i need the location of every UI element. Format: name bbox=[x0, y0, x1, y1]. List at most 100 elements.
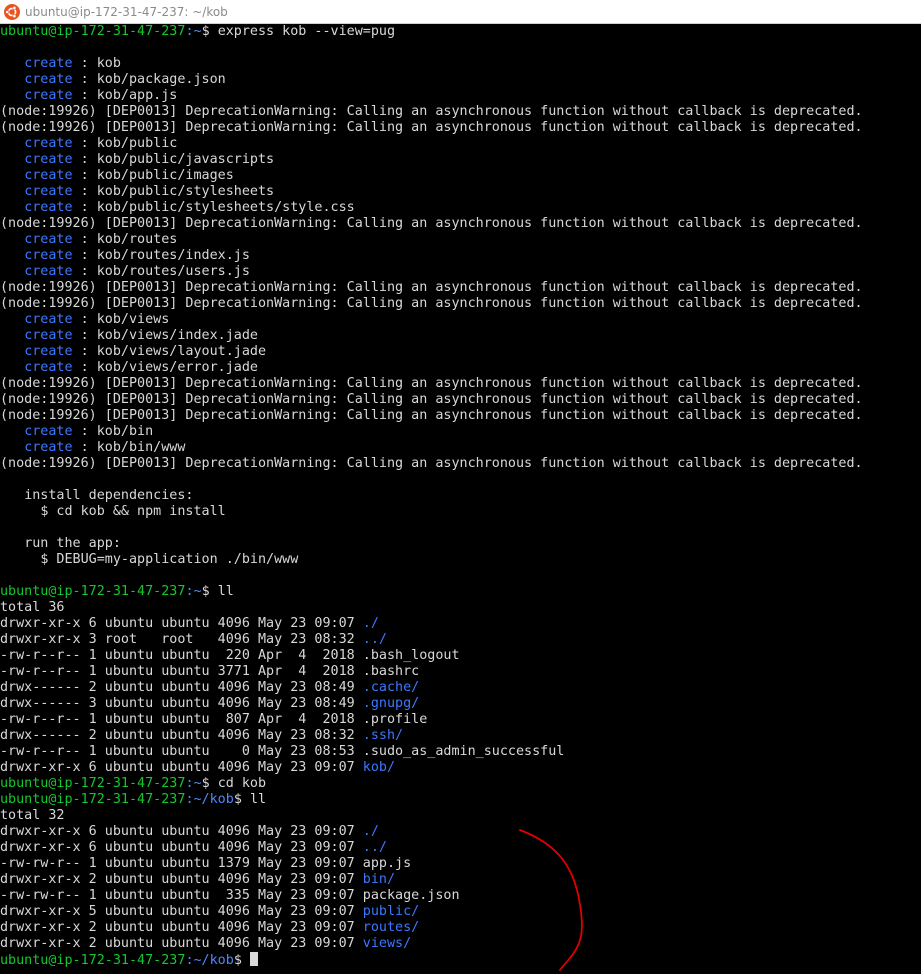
prompt-path: :~/kob bbox=[185, 792, 234, 807]
listing-row: drwx------ 2 ubuntu ubuntu 4096 May 23 0… bbox=[0, 680, 921, 696]
separator: : bbox=[72, 264, 97, 279]
created-path: kob/routes/index.js bbox=[96, 248, 250, 263]
instruction-text: $ cd kob && npm install bbox=[40, 504, 226, 519]
file-name: .bash_logout bbox=[362, 648, 460, 663]
listing-row: -rw-r--r-- 1 ubuntu ubuntu 0 May 23 08:5… bbox=[0, 744, 921, 760]
separator: : bbox=[72, 152, 97, 167]
file-attributes: -rw-r--r-- 1 ubuntu ubuntu 807 Apr 4 201… bbox=[0, 712, 363, 727]
create-line: create : kob/routes/users.js bbox=[0, 264, 921, 280]
directory-name: ./ bbox=[362, 824, 379, 839]
directory-name: ../ bbox=[362, 632, 387, 647]
create-label: create bbox=[24, 312, 73, 327]
listing-row: drwxr-xr-x 2 ubuntu ubuntu 4096 May 23 0… bbox=[0, 936, 921, 952]
prompt-line: ubuntu@ip-172-31-47-237:~/kob$ ll bbox=[0, 792, 921, 808]
window-title: ubuntu@ip-172-31-47-237: ~/kob bbox=[25, 4, 228, 19]
create-label: create bbox=[24, 328, 73, 343]
deprecation-warning-line: (node:19926) [DEP0013] DeprecationWarnin… bbox=[0, 280, 921, 296]
separator: : bbox=[72, 328, 97, 343]
listing-row: -rw-r--r-- 1 ubuntu ubuntu 220 Apr 4 201… bbox=[0, 648, 921, 664]
create-line: create : kob/routes/index.js bbox=[0, 248, 921, 264]
deprecation-text: (node:19926) [DEP0013] DeprecationWarnin… bbox=[0, 408, 863, 423]
listing-total-text: total 36 bbox=[0, 600, 65, 615]
directory-name: public/ bbox=[362, 904, 420, 919]
create-label: create bbox=[24, 168, 73, 183]
file-name: app.js bbox=[362, 856, 412, 871]
prompt-path: :~/kob bbox=[185, 953, 234, 968]
created-path: kob/routes/users.js bbox=[96, 264, 250, 279]
create-line: create : kob/package.json bbox=[0, 72, 921, 88]
listing-row: drwxr-xr-x 2 ubuntu ubuntu 4096 May 23 0… bbox=[0, 872, 921, 888]
directory-name: ./ bbox=[362, 616, 379, 631]
prompt-path: :~ bbox=[185, 776, 202, 791]
listing-row: drwxr-xr-x 6 ubuntu ubuntu 4096 May 23 0… bbox=[0, 616, 921, 632]
file-attributes: drwxr-xr-x 6 ubuntu ubuntu 4096 May 23 0… bbox=[0, 616, 363, 631]
terminal-window: ubuntu@ip-172-31-47-237: ~/kob ubuntu@ip… bbox=[0, 0, 921, 974]
listing-row: drwxr-xr-x 6 ubuntu ubuntu 4096 May 23 0… bbox=[0, 760, 921, 776]
directory-name: kob/ bbox=[362, 760, 396, 775]
file-attributes: drwxr-xr-x 6 ubuntu ubuntu 4096 May 23 0… bbox=[0, 760, 363, 775]
listing-row: drwxr-xr-x 5 ubuntu ubuntu 4096 May 23 0… bbox=[0, 904, 921, 920]
instruction-line: $ DEBUG=my-application ./bin/www bbox=[0, 552, 921, 568]
create-label: create bbox=[24, 152, 73, 167]
separator: : bbox=[72, 424, 97, 439]
deprecation-text: (node:19926) [DEP0013] DeprecationWarnin… bbox=[0, 280, 863, 295]
create-line: create : kob/views/index.jade bbox=[0, 328, 921, 344]
ubuntu-logo-icon bbox=[4, 3, 20, 20]
separator: : bbox=[72, 200, 97, 215]
prompt-path: :~ bbox=[185, 24, 202, 39]
prompt-path: :~ bbox=[185, 584, 202, 599]
command-text: cd kob bbox=[217, 776, 267, 791]
prompt-user-host: ubuntu@ip-172-31-47-237 bbox=[0, 776, 186, 791]
file-attributes: -rw-r--r-- 1 ubuntu ubuntu 3771 Apr 4 20… bbox=[0, 664, 363, 679]
file-attributes: drwxr-xr-x 6 ubuntu ubuntu 4096 May 23 0… bbox=[0, 840, 363, 855]
file-attributes: drwxr-xr-x 2 ubuntu ubuntu 4096 May 23 0… bbox=[0, 936, 363, 951]
deprecation-text: (node:19926) [DEP0013] DeprecationWarnin… bbox=[0, 120, 863, 135]
file-attributes: drwxr-xr-x 3 root root 4096 May 23 08:32 bbox=[0, 632, 363, 647]
file-attributes: -rw-rw-r-- 1 ubuntu ubuntu 1379 May 23 0… bbox=[0, 856, 363, 871]
create-line: create : kob bbox=[0, 56, 921, 72]
create-label: create bbox=[24, 232, 73, 247]
created-path: kob/public bbox=[96, 136, 178, 151]
create-line: create : kob/public bbox=[0, 136, 921, 152]
title-bar[interactable]: ubuntu@ip-172-31-47-237: ~/kob bbox=[0, 0, 921, 24]
file-name: .profile bbox=[362, 712, 428, 727]
directory-name: .gnupg/ bbox=[362, 696, 420, 711]
create-label: create bbox=[24, 184, 73, 199]
prompt-user-host: ubuntu@ip-172-31-47-237 bbox=[0, 24, 186, 39]
separator: : bbox=[72, 312, 97, 327]
listing-row: -rw-rw-r-- 1 ubuntu ubuntu 335 May 23 09… bbox=[0, 888, 921, 904]
instruction-line: $ cd kob && npm install bbox=[0, 504, 921, 520]
command-text: express kob --view=pug bbox=[217, 24, 396, 39]
create-label: create bbox=[24, 440, 73, 455]
separator: : bbox=[72, 360, 97, 375]
separator: : bbox=[72, 232, 97, 247]
listing-total: total 36 bbox=[0, 600, 921, 616]
separator: : bbox=[72, 88, 97, 103]
file-attributes: -rw-r--r-- 1 ubuntu ubuntu 220 Apr 4 201… bbox=[0, 648, 363, 663]
created-path: kob/public/javascripts bbox=[96, 152, 275, 167]
listing-row: drwx------ 3 ubuntu ubuntu 4096 May 23 0… bbox=[0, 696, 921, 712]
listing-row: drwx------ 2 ubuntu ubuntu 4096 May 23 0… bbox=[0, 728, 921, 744]
create-line: create : kob/views/error.jade bbox=[0, 360, 921, 376]
directory-name: .cache/ bbox=[362, 680, 420, 695]
created-path: kob/public/stylesheets/style.css bbox=[96, 200, 355, 215]
created-path: kob/views/layout.jade bbox=[96, 344, 267, 359]
listing-total: total 32 bbox=[0, 808, 921, 824]
create-label: create bbox=[24, 424, 73, 439]
directory-name: .ssh/ bbox=[362, 728, 404, 743]
deprecation-warning-line: (node:19926) [DEP0013] DeprecationWarnin… bbox=[0, 120, 921, 136]
file-name: .bashrc bbox=[362, 664, 420, 679]
create-label: create bbox=[24, 200, 73, 215]
create-label: create bbox=[24, 136, 73, 151]
create-line: create : kob/views/layout.jade bbox=[0, 344, 921, 360]
terminal-output[interactable]: ubuntu@ip-172-31-47-237:~$ express kob -… bbox=[0, 24, 921, 974]
created-path: kob/views bbox=[96, 312, 170, 327]
deprecation-warning-line: (node:19926) [DEP0013] DeprecationWarnin… bbox=[0, 216, 921, 232]
